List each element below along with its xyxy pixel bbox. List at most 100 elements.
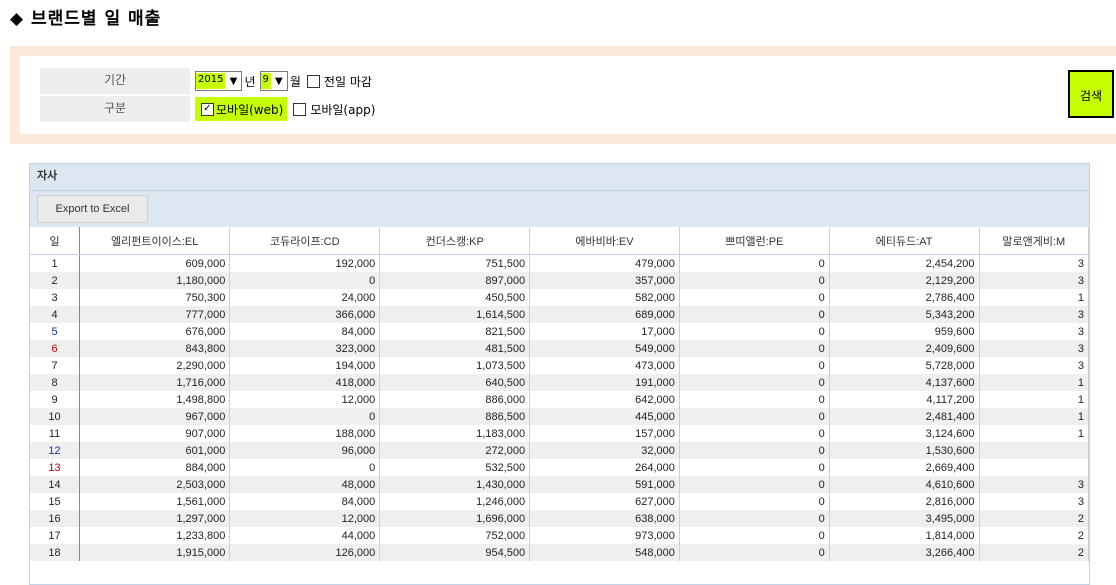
table-cell: 2,816,000 — [829, 493, 980, 510]
table-cell: 640,500 — [379, 374, 531, 391]
table-row[interactable]: 17 1,233,800 44,000 752,000 973,000 0 1,814,00… — [30, 527, 1089, 544]
panel-title: 자사 — [30, 164, 1089, 191]
table-cell: 676,000 — [79, 323, 231, 340]
table-row[interactable]: 3 750,300 24,000 450,500 582,000 0 2,786,400 1 — [30, 289, 1089, 306]
table-cell: 481,500 — [379, 340, 531, 357]
table-row[interactable]: 2 1,180,000 0 897,000 357,000 0 2,129,200 3 — [30, 272, 1089, 289]
table-cell: 0 — [679, 272, 830, 289]
table-row[interactable]: 8 1,716,000 418,000 640,500 191,000 0 4,137,60… — [30, 374, 1089, 391]
table-cell: 1,814,000 — [829, 527, 980, 544]
month-select[interactable]: 9 ▼ — [259, 71, 288, 91]
table-cell: 2,290,000 — [79, 357, 231, 374]
table-cell: 357,000 — [529, 272, 680, 289]
table-cell: 192,000 — [229, 254, 381, 272]
table-cell: 5,728,000 — [829, 357, 980, 374]
column-header[interactable]: 말로앤게비:M — [979, 227, 1089, 255]
day-cell: 14 — [30, 476, 81, 493]
table-cell: 84,000 — [229, 493, 381, 510]
table-row[interactable]: 11 907,000 188,000 1,183,000 157,000 0 3,124,6… — [30, 425, 1089, 442]
table-cell: 532,500 — [379, 459, 531, 476]
search-button[interactable]: 검색 — [1068, 70, 1114, 118]
table-cell: 0 — [229, 408, 381, 425]
month-suffix: 월 — [289, 74, 301, 89]
table-cell: 1,915,000 — [79, 544, 231, 561]
table-cell: 24,000 — [229, 289, 381, 306]
table-cell: 0 — [679, 459, 830, 476]
table-cell: 886,000 — [379, 391, 531, 408]
sales-grid-panel: 자사 Export to Excel 일 엘리펀트이이스:EL 코듀라이프:CD 컨더… — [29, 163, 1090, 585]
table-cell: 1 — [979, 425, 1089, 442]
table-cell: 1,614,500 — [379, 306, 531, 323]
mobile-app-label: 모바일(app) — [310, 102, 376, 117]
table-row[interactable]: 14 2,503,000 48,000 1,430,000 591,000 0 4,610,… — [30, 476, 1089, 493]
column-header[interactable]: 에바비바:EV — [529, 227, 680, 255]
filter-inner: 기간 2015 ▼ 년 9 ▼ 월 전일 마감 구분 ✓ 모바일(web) 모바… — [20, 56, 1116, 134]
table-cell: 750,300 — [79, 289, 231, 306]
table-row[interactable]: 16 1,297,000 12,000 1,696,000 638,000 0 3,495,… — [30, 510, 1089, 527]
table-cell: 0 — [679, 408, 830, 425]
table-cell: 479,000 — [529, 254, 680, 272]
year-select[interactable]: 2015 ▼ — [195, 71, 243, 91]
table-cell: 689,000 — [529, 306, 680, 323]
column-header[interactable]: 코듀라이프:CD — [229, 227, 381, 255]
table-cell: 2,409,600 — [829, 340, 980, 357]
grid-toolbar: Export to Excel — [30, 191, 1089, 227]
table-row[interactable]: 18 1,915,000 126,000 954,500 548,000 0 3,266,4… — [30, 544, 1089, 561]
table-cell: 627,000 — [529, 493, 680, 510]
table-row[interactable]: 6 843,800 323,000 481,500 549,000 0 2,409,600 3 — [30, 340, 1089, 357]
table-cell: 601,000 — [79, 442, 231, 459]
day-cell: 15 — [30, 493, 81, 510]
table-cell: 959,600 — [829, 323, 980, 340]
mobile-app-checkbox[interactable] — [293, 102, 307, 116]
day-cell: 13 — [30, 459, 81, 476]
filter-row-period: 기간 2015 ▼ 년 9 ▼ 월 전일 마감 — [40, 68, 940, 94]
table-cell: 2 — [979, 527, 1089, 544]
export-excel-button[interactable]: Export to Excel — [37, 195, 148, 223]
table-cell: 3 — [979, 493, 1089, 510]
table-cell: 907,000 — [79, 425, 231, 442]
day-cell: 1 — [30, 254, 81, 272]
mobile-web-label: 모바일(web) — [216, 102, 284, 117]
table-row[interactable]: 9 1,498,800 12,000 886,000 642,000 0 4,117,200… — [30, 391, 1089, 408]
table-cell: 48,000 — [229, 476, 381, 493]
table-cell: 0 — [679, 306, 830, 323]
day-cell: 6 — [30, 340, 81, 357]
table-cell: 366,000 — [229, 306, 381, 323]
table-cell: 0 — [229, 272, 381, 289]
period-label: 기간 — [40, 68, 190, 94]
month-select-value: 9 — [260, 73, 271, 89]
table-cell: 777,000 — [79, 306, 231, 323]
day-cell: 18 — [30, 544, 81, 561]
table-row[interactable]: 5 676,000 84,000 821,500 17,000 0 959,600 3 — [30, 323, 1089, 340]
table-cell: 0 — [679, 323, 830, 340]
table-cell: 548,000 — [529, 544, 680, 561]
filter-panel: 기간 2015 ▼ 년 9 ▼ 월 전일 마감 구분 ✓ 모바일(web) 모바… — [10, 46, 1116, 144]
column-header[interactable]: 일 — [30, 227, 81, 255]
table-row[interactable]: 15 1,561,000 84,000 1,246,000 627,000 0 2,816,… — [30, 493, 1089, 510]
day-cell: 4 — [30, 306, 81, 323]
type-label: 구분 — [40, 96, 190, 122]
table-row[interactable]: 13 884,000 0 532,500 264,000 0 2,669,400 — [30, 459, 1089, 476]
table-cell: 638,000 — [529, 510, 680, 527]
mobile-web-checkbox[interactable]: ✓ — [201, 102, 214, 116]
mobile-web-option[interactable]: ✓ 모바일(web) — [195, 97, 288, 121]
day-cell: 16 — [30, 510, 81, 527]
prevday-checkbox[interactable] — [306, 74, 320, 88]
column-header[interactable]: 엘리펀트이이스:EL — [79, 227, 231, 255]
column-header[interactable]: 컨더스캥:KP — [379, 227, 531, 255]
table-cell: 843,800 — [79, 340, 231, 357]
column-header[interactable]: 에티듀드:AT — [829, 227, 980, 255]
column-header[interactable]: 쁘띠앨런:PE — [679, 227, 830, 255]
table-row[interactable]: 10 967,000 0 886,500 445,000 0 2,481,400 1 — [30, 408, 1089, 425]
table-cell: 157,000 — [529, 425, 680, 442]
table-cell: 1,696,000 — [379, 510, 531, 527]
table-cell: 0 — [679, 289, 830, 306]
table-cell: 0 — [679, 544, 830, 561]
table-cell: 1,246,000 — [379, 493, 531, 510]
table-row[interactable]: 1 609,000 192,000 751,500 479,000 0 2,454,200 3 — [30, 254, 1089, 272]
period-controls: 2015 ▼ 년 9 ▼ 월 전일 마감 — [195, 68, 372, 94]
table-cell: 954,500 — [379, 544, 531, 561]
table-row[interactable]: 12 601,000 96,000 272,000 32,000 0 1,530,600 — [30, 442, 1089, 459]
table-row[interactable]: 4 777,000 366,000 1,614,500 689,000 0 5,343,20… — [30, 306, 1089, 323]
table-row[interactable]: 7 2,290,000 194,000 1,073,500 473,000 0 5,728,… — [30, 357, 1089, 374]
